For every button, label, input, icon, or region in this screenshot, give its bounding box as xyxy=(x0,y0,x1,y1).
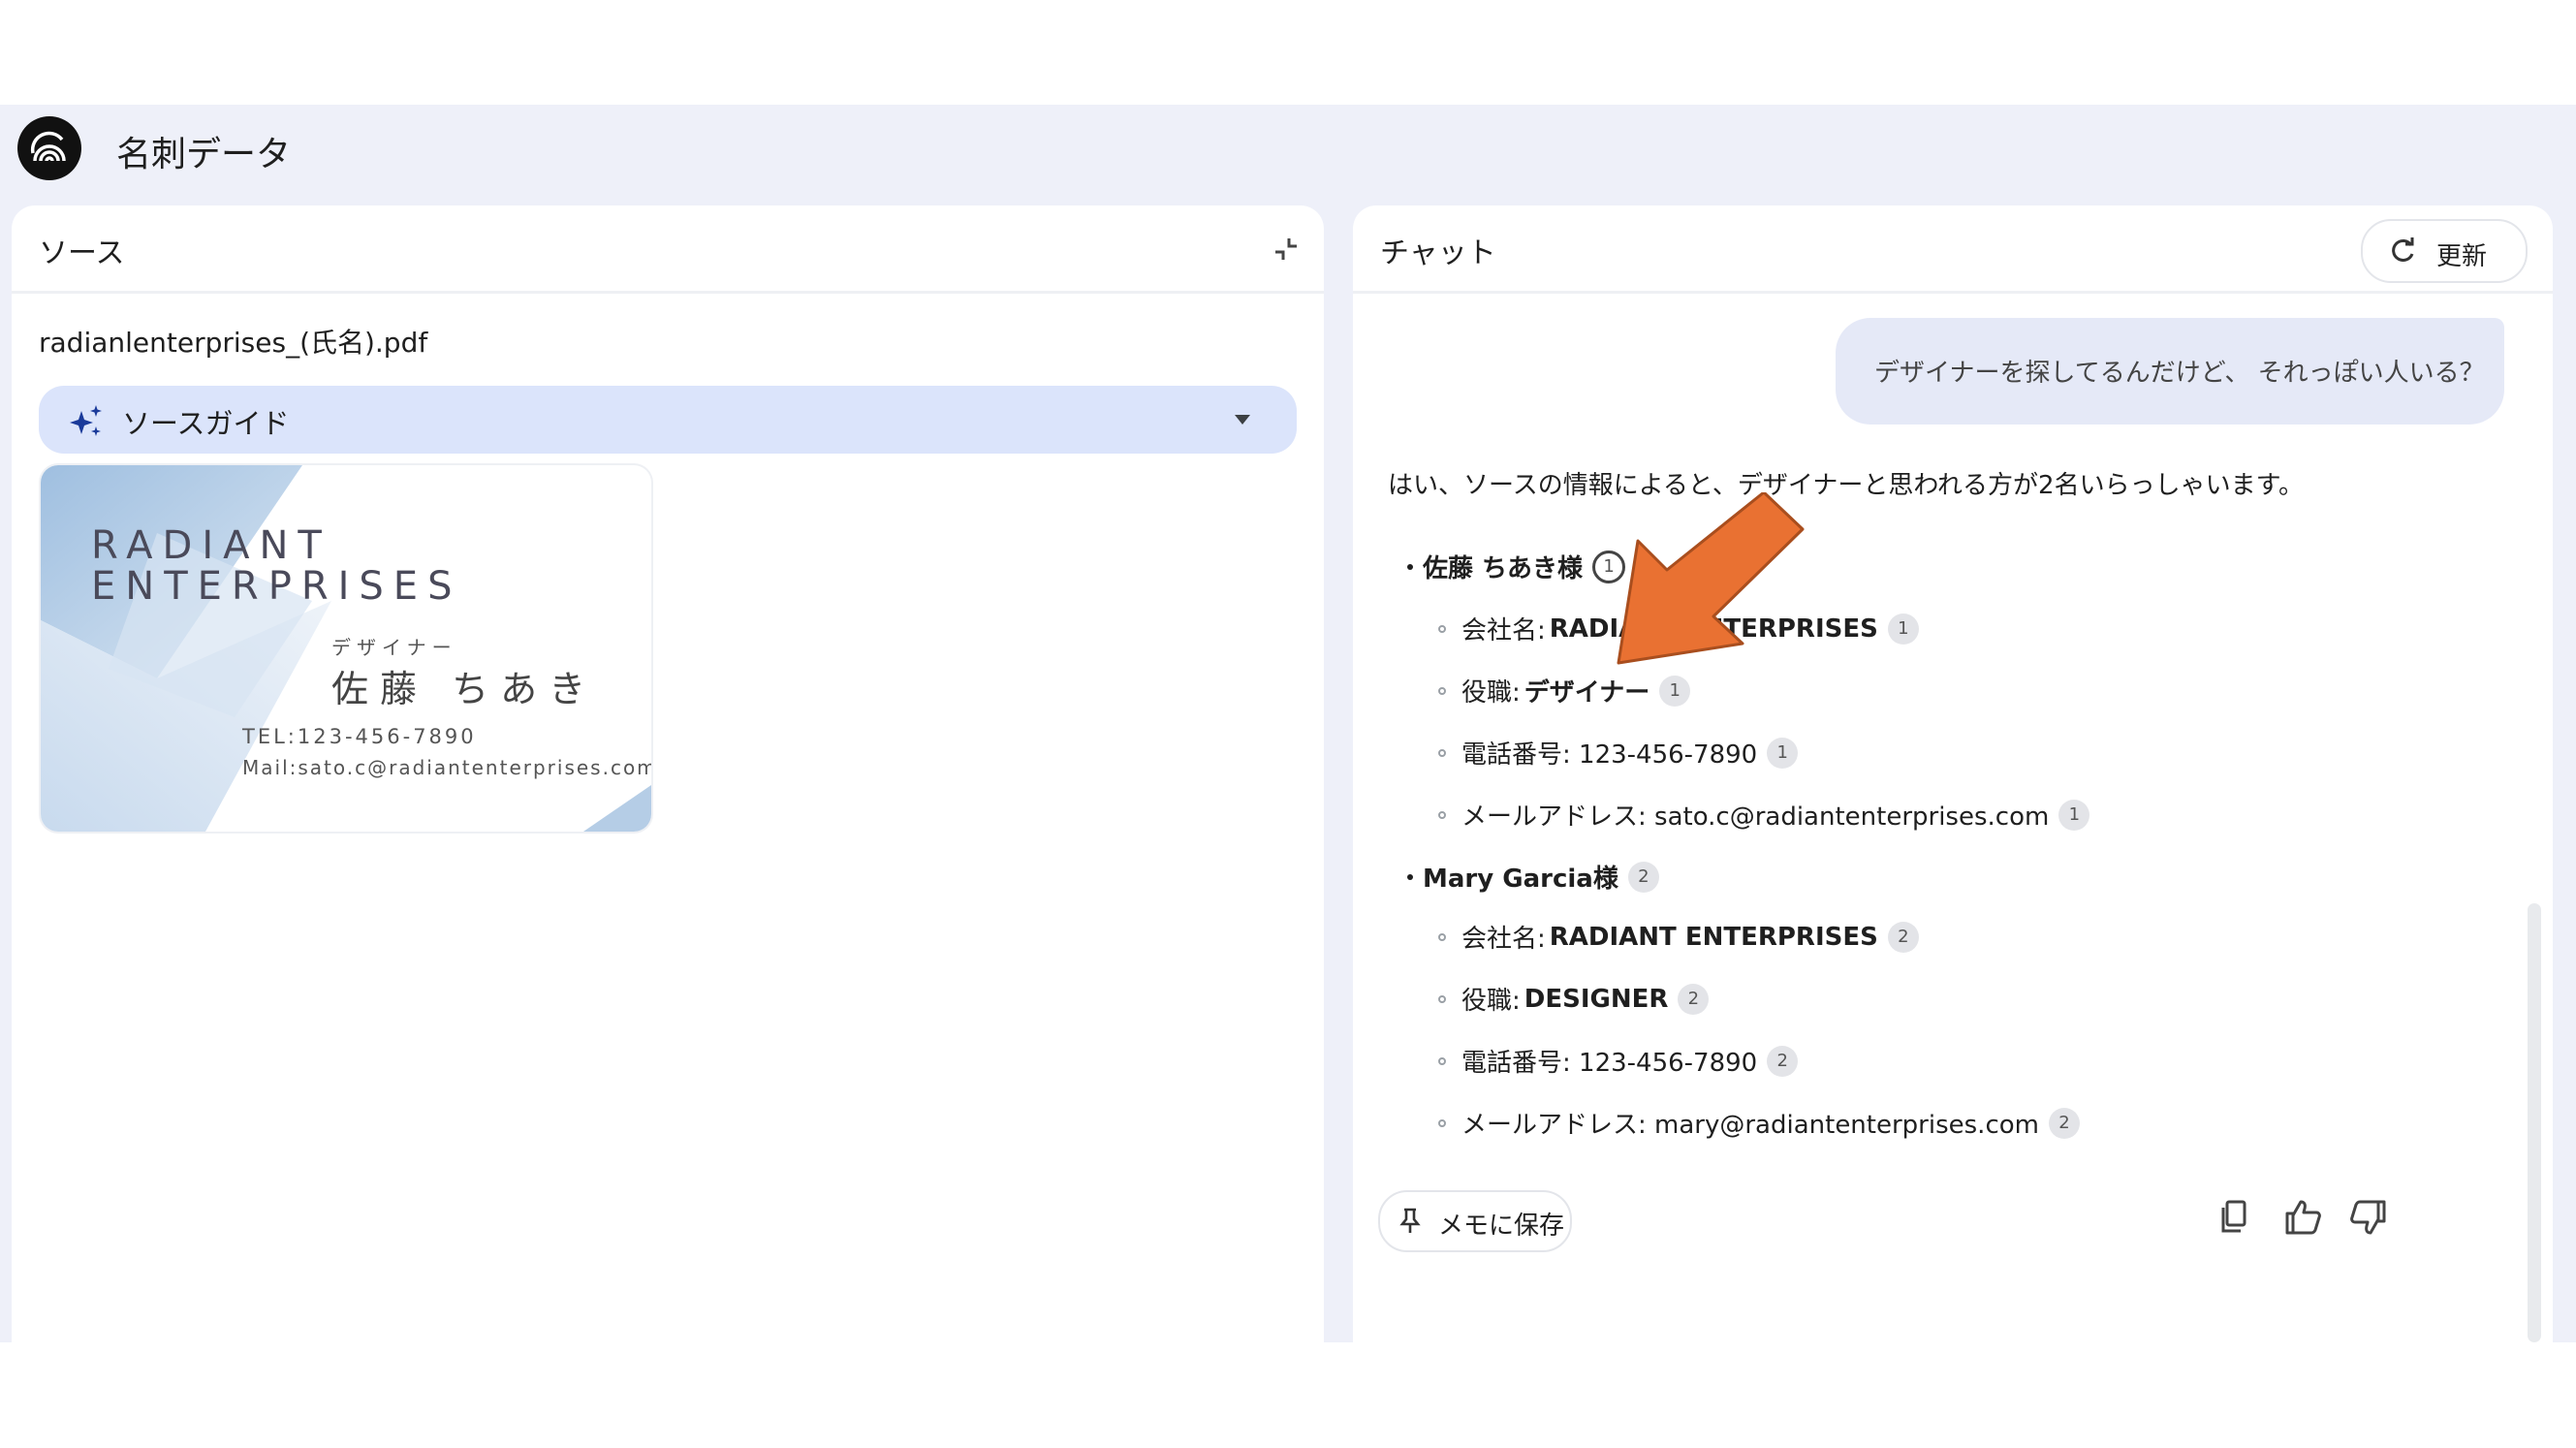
chevron-down-icon xyxy=(1235,415,1250,425)
company-label: 会社名: xyxy=(1461,925,1546,954)
person-detail-row: メールアドレス: sato.c@radiantenterprises.com 1 xyxy=(1438,797,2090,833)
bullet-circle xyxy=(1438,686,1446,695)
bullet-circle xyxy=(1438,624,1446,633)
person-detail-row: メールアドレス: mary@radiantenterprises.com 2 xyxy=(1438,1105,2080,1141)
person-detail-row: 役職: DESIGNER 2 xyxy=(1438,981,1710,1017)
email-text: メールアドレス: sato.c@radiantenterprises.com xyxy=(1461,803,2050,832)
source-panel: ソース radianlenterprises_(氏名).pdf ソースガイド R… xyxy=(12,205,1324,1342)
source-panel-title: ソース xyxy=(39,236,125,270)
source-panel-header: ソース xyxy=(12,205,1324,294)
card-role: デザイナー xyxy=(331,636,457,659)
refresh-button[interactable]: 更新 xyxy=(2361,219,2528,283)
bullet-dot xyxy=(1407,563,1413,570)
bullet-dot xyxy=(1407,873,1413,880)
app-logo-icon[interactable] xyxy=(17,116,81,180)
bullet-circle xyxy=(1438,748,1446,757)
citation-badge[interactable]: 1 xyxy=(1887,613,1919,645)
bullet-circle xyxy=(1438,810,1446,819)
bullet-circle xyxy=(1438,1056,1446,1065)
email-text: メールアドレス: mary@radiantenterprises.com xyxy=(1461,1111,2039,1140)
top-bar: 名刺データ xyxy=(0,105,2576,202)
citation-badge[interactable]: 2 xyxy=(2048,1107,2080,1139)
refresh-icon xyxy=(2392,237,2414,262)
business-card-image[interactable]: RADIANT ENTERPRISES デザイナー 佐藤 ちあき TEL:123… xyxy=(41,465,651,832)
source-guide-label: ソースガイド xyxy=(122,407,290,440)
refresh-label: 更新 xyxy=(2436,242,2488,271)
citation-badge[interactable]: 1 xyxy=(2058,799,2090,831)
citation-badge[interactable]: 2 xyxy=(1627,861,1659,893)
bullet-circle xyxy=(1438,932,1446,941)
thumbs-down-icon[interactable] xyxy=(2347,1196,2390,1239)
phone-text: 電話番号: 123-456-7890 xyxy=(1461,740,1758,770)
card-tel: TEL:123-456-7890 xyxy=(242,725,477,748)
citation-badge[interactable]: 2 xyxy=(1767,1045,1799,1077)
chat-scrollbar[interactable] xyxy=(2528,903,2541,1342)
save-to-note-label: メモに保存 xyxy=(1438,1212,1565,1241)
citation-badge[interactable]: 2 xyxy=(1887,921,1919,953)
company-value: RADIANT ENTERPRISES xyxy=(1549,922,1878,952)
pin-icon xyxy=(1399,1208,1421,1233)
role-label: 役職: xyxy=(1461,987,1521,1016)
user-message-bubble: デザイナーを探してるんだけど、 それっぽい人いる？ xyxy=(1836,318,2504,425)
bullet-circle xyxy=(1438,1118,1446,1127)
card-company: RADIANT ENTERPRISES xyxy=(91,523,462,609)
citation-badge[interactable]: 1 xyxy=(1767,737,1799,769)
role-value: DESIGNER xyxy=(1524,984,1669,1014)
notebook-app: 名刺データ ソース radianlenterprises_(氏名).pdf ソー… xyxy=(0,105,2576,1342)
chat-panel: チャット 更新 デザイナーを探してるんだけど、 それっぽい人いる？ はい、ソース… xyxy=(1353,205,2553,1342)
notebook-title[interactable]: 名刺データ xyxy=(116,126,291,176)
source-filename: radianlenterprises_(氏名).pdf xyxy=(39,327,428,359)
person-name: Mary Garcia様 xyxy=(1423,865,1618,894)
citation-badge[interactable]: 2 xyxy=(1678,983,1710,1015)
chat-panel-header: チャット 更新 xyxy=(1353,205,2553,294)
phone-text: 電話番号: 123-456-7890 xyxy=(1461,1049,1758,1078)
card-mail: Mail:sato.c@radiantenterprises.com xyxy=(242,756,651,779)
company-label: 会社名: xyxy=(1461,616,1546,645)
copy-icon[interactable] xyxy=(2214,1196,2256,1239)
orange-arrow-annotation xyxy=(1617,492,1805,665)
sparkle-icon xyxy=(70,405,102,436)
person-name: 佐藤 ちあき様 xyxy=(1423,554,1584,583)
person-detail-row: 電話番号: 123-456-7890 2 xyxy=(1438,1043,1799,1079)
person-detail-row: 電話番号: 123-456-7890 1 xyxy=(1438,735,1799,771)
collapse-icon[interactable] xyxy=(1270,233,1303,266)
role-label: 役職: xyxy=(1461,678,1521,708)
source-guide-dropdown[interactable]: ソースガイド xyxy=(39,386,1297,454)
person-name-row: 佐藤 ちあき様 1 xyxy=(1407,549,1626,584)
answer-intro: はい、ソースの情報によると、デザイナーと思われる方が2名いらっしゃいます。 xyxy=(1388,471,2305,500)
save-to-note-button[interactable]: メモに保存 xyxy=(1378,1190,1572,1252)
bullet-circle xyxy=(1438,994,1446,1003)
card-name: 佐藤 ちあき xyxy=(331,668,598,710)
person-name-row: Mary Garcia様 2 xyxy=(1407,859,1659,895)
user-message-text: デザイナーを探してるんだけど、 それっぽい人いる？ xyxy=(1874,359,2485,388)
chat-panel-title: チャット xyxy=(1380,236,1496,270)
person-detail-row: 会社名: RADIANT ENTERPRISES 2 xyxy=(1438,919,1919,955)
thumbs-up-icon[interactable] xyxy=(2281,1196,2324,1239)
